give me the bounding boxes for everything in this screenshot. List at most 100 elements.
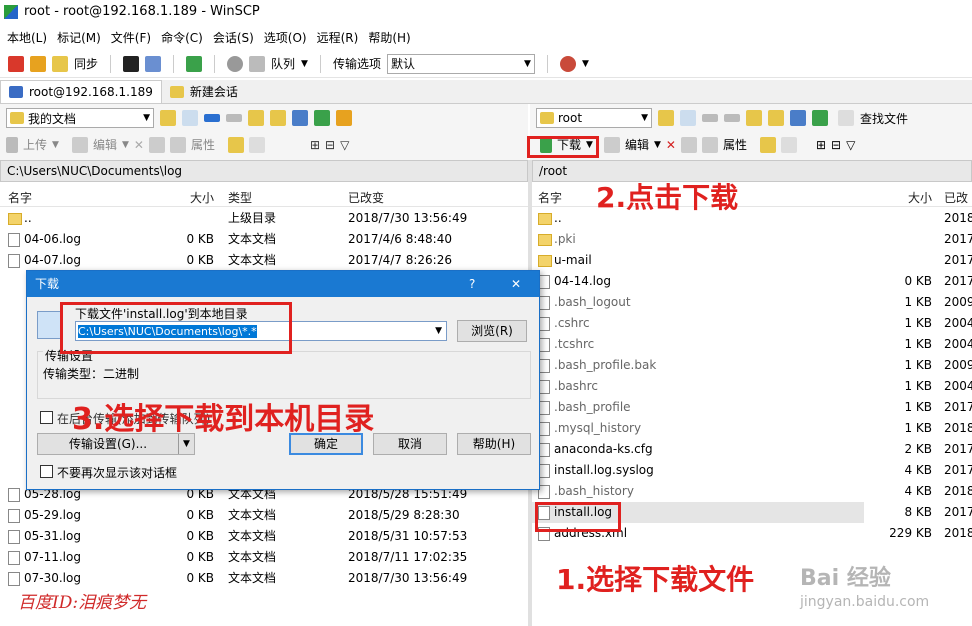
- menu-options[interactable]: 选项(O): [264, 29, 307, 46]
- collapse-icon[interactable]: ⊟: [831, 138, 841, 152]
- chevron-down-icon[interactable]: ▼: [301, 59, 308, 69]
- new-folder-icon[interactable]: [227, 136, 244, 153]
- chevron-down-icon[interactable]: ▼: [582, 59, 589, 69]
- menu-command[interactable]: 命令(C): [161, 29, 203, 46]
- new-file-icon[interactable]: [780, 136, 797, 153]
- open-folder-icon[interactable]: [160, 110, 176, 126]
- filter-icon[interactable]: ▽: [340, 138, 349, 152]
- file-row[interactable]: u-mail 2017: [532, 250, 972, 271]
- delete-icon[interactable]: ✕: [666, 138, 676, 152]
- queue-button[interactable]: 队列: [271, 55, 295, 72]
- menu-remote[interactable]: 远程(R): [317, 29, 359, 46]
- new-session-tab[interactable]: 新建会话: [162, 80, 246, 103]
- file-row[interactable]: .bash_profile.bak 1 KB 2009: [532, 355, 972, 376]
- compare-icon[interactable]: [30, 55, 46, 72]
- file-row[interactable]: .bash_profile 1 KB 2017: [532, 397, 972, 418]
- column-size[interactable]: 大小: [190, 189, 214, 206]
- collapse-icon[interactable]: ⊟: [325, 138, 335, 152]
- properties-icon[interactable]: [169, 136, 186, 153]
- root-folder-icon[interactable]: [768, 110, 784, 126]
- properties-icon[interactable]: [701, 136, 718, 153]
- sync-icon[interactable]: [52, 55, 68, 72]
- file-row[interactable]: .bashrc 1 KB 2004: [532, 376, 972, 397]
- menu-local[interactable]: 本地(L): [7, 29, 47, 46]
- new-folder-icon[interactable]: [759, 136, 776, 153]
- menu-file[interactable]: 文件(F): [111, 29, 151, 46]
- column-changed[interactable]: 已改变: [348, 189, 384, 206]
- back-arrow-icon[interactable]: [204, 114, 220, 122]
- expand-icon[interactable]: ⊞: [816, 138, 826, 152]
- menu-mark[interactable]: 标记(M): [57, 29, 101, 46]
- new-file-icon[interactable]: [248, 136, 265, 153]
- forward-arrow-icon[interactable]: [226, 114, 242, 122]
- file-row[interactable]: 07-11.log 0 KB 文本文档 2018/7/11 17:02:35: [0, 547, 528, 568]
- left-location-select[interactable]: 我的文档 ▼: [6, 108, 154, 128]
- parent-folder-icon[interactable]: [746, 110, 762, 126]
- upload-button[interactable]: 上传: [23, 136, 47, 153]
- file-row[interactable]: .pki 2017: [532, 229, 972, 250]
- edit-button[interactable]: 编辑: [625, 136, 649, 153]
- transfer-settings-icon[interactable]: [559, 55, 576, 72]
- column-name[interactable]: 名字: [538, 189, 562, 206]
- sync-button[interactable]: 同步: [74, 55, 98, 72]
- session-tab[interactable]: root@192.168.1.189: [0, 80, 162, 103]
- file-row[interactable]: .mysql_history 1 KB 2018: [532, 418, 972, 439]
- cancel-button[interactable]: 取消: [373, 433, 447, 455]
- menu-session[interactable]: 会话(S): [213, 29, 254, 46]
- file-row[interactable]: install.log.syslog 4 KB 2017: [532, 460, 972, 481]
- background-checkbox[interactable]: [40, 411, 53, 424]
- edit-icon[interactable]: [71, 136, 88, 153]
- file-row[interactable]: 04-06.log 0 KB 文本文档 2017/4/6 8:48:40: [0, 229, 528, 250]
- file-row[interactable]: 05-31.log 0 KB 文本文档 2018/5/31 10:57:53: [0, 526, 528, 547]
- file-row[interactable]: .cshrc 1 KB 2004: [532, 313, 972, 334]
- expand-icon[interactable]: ⊞: [310, 138, 320, 152]
- back-arrow-icon[interactable]: [702, 114, 718, 122]
- transfer-options-select[interactable]: 默认 ▼: [386, 53, 535, 74]
- upload-icon[interactable]: [6, 136, 18, 153]
- edit-icon[interactable]: [603, 136, 620, 153]
- browse-button[interactable]: 浏览(R): [457, 320, 527, 342]
- home-icon[interactable]: [292, 110, 308, 126]
- putty-icon[interactable]: [145, 55, 162, 72]
- edit-button[interactable]: 编辑: [93, 136, 117, 153]
- refresh-icon[interactable]: [314, 110, 330, 126]
- right-location-select[interactable]: root ▼: [536, 108, 652, 128]
- terminal-icon[interactable]: [123, 55, 140, 72]
- close-icon[interactable]: ✕: [511, 271, 521, 297]
- bookmark-icon[interactable]: [336, 110, 352, 126]
- gear-icon[interactable]: [227, 55, 244, 72]
- column-type[interactable]: 类型: [228, 189, 252, 206]
- chevron-down-icon[interactable]: ▼: [435, 322, 442, 340]
- filter-icon[interactable]: ▽: [846, 138, 855, 152]
- open-folder-icon[interactable]: [658, 110, 674, 126]
- refresh-icon[interactable]: [186, 55, 203, 72]
- find-files-button[interactable]: 查找文件: [860, 110, 908, 127]
- file-row[interactable]: .. 上级目录 2018/7/30 13:56:49: [0, 208, 528, 229]
- home-icon[interactable]: [790, 110, 806, 126]
- help-icon[interactable]: ?: [469, 271, 475, 297]
- chevron-down-icon[interactable]: ▼: [122, 140, 129, 150]
- rename-icon[interactable]: [148, 136, 165, 153]
- file-row[interactable]: 04-14.log 0 KB 2017: [532, 271, 972, 292]
- file-row[interactable]: .bash_logout 1 KB 2009: [532, 292, 972, 313]
- file-row[interactable]: 04-07.log 0 KB 文本文档 2017/4/7 8:26:26: [0, 250, 528, 271]
- refresh-icon[interactable]: [812, 110, 828, 126]
- queue-icon[interactable]: [249, 55, 266, 72]
- filter-icon[interactable]: [182, 110, 198, 126]
- file-row[interactable]: anaconda-ks.cfg 2 KB 2017: [532, 439, 972, 460]
- column-name[interactable]: 名字: [8, 189, 32, 206]
- chevron-down-icon[interactable]: ▼: [52, 140, 59, 150]
- help-button[interactable]: 帮助(H): [457, 433, 531, 455]
- file-row[interactable]: 07-30.log 0 KB 文本文档 2018/7/30 13:56:49: [0, 568, 528, 589]
- column-size[interactable]: 大小: [908, 189, 932, 206]
- file-row[interactable]: 05-29.log 0 KB 文本文档 2018/5/29 8:28:30: [0, 505, 528, 526]
- file-row[interactable]: .bash_history 4 KB 2018: [532, 481, 972, 502]
- menu-help[interactable]: 帮助(H): [368, 29, 410, 46]
- chevron-down-icon[interactable]: ▼: [654, 140, 661, 150]
- delete-icon[interactable]: ✕: [134, 138, 144, 152]
- parent-folder-icon[interactable]: [248, 110, 264, 126]
- forward-arrow-icon[interactable]: [724, 114, 740, 122]
- left-path[interactable]: C:\Users\NUC\Documents\log: [0, 160, 528, 182]
- file-row[interactable]: .tcshrc 1 KB 2004: [532, 334, 972, 355]
- no-show-checkbox[interactable]: [40, 465, 53, 478]
